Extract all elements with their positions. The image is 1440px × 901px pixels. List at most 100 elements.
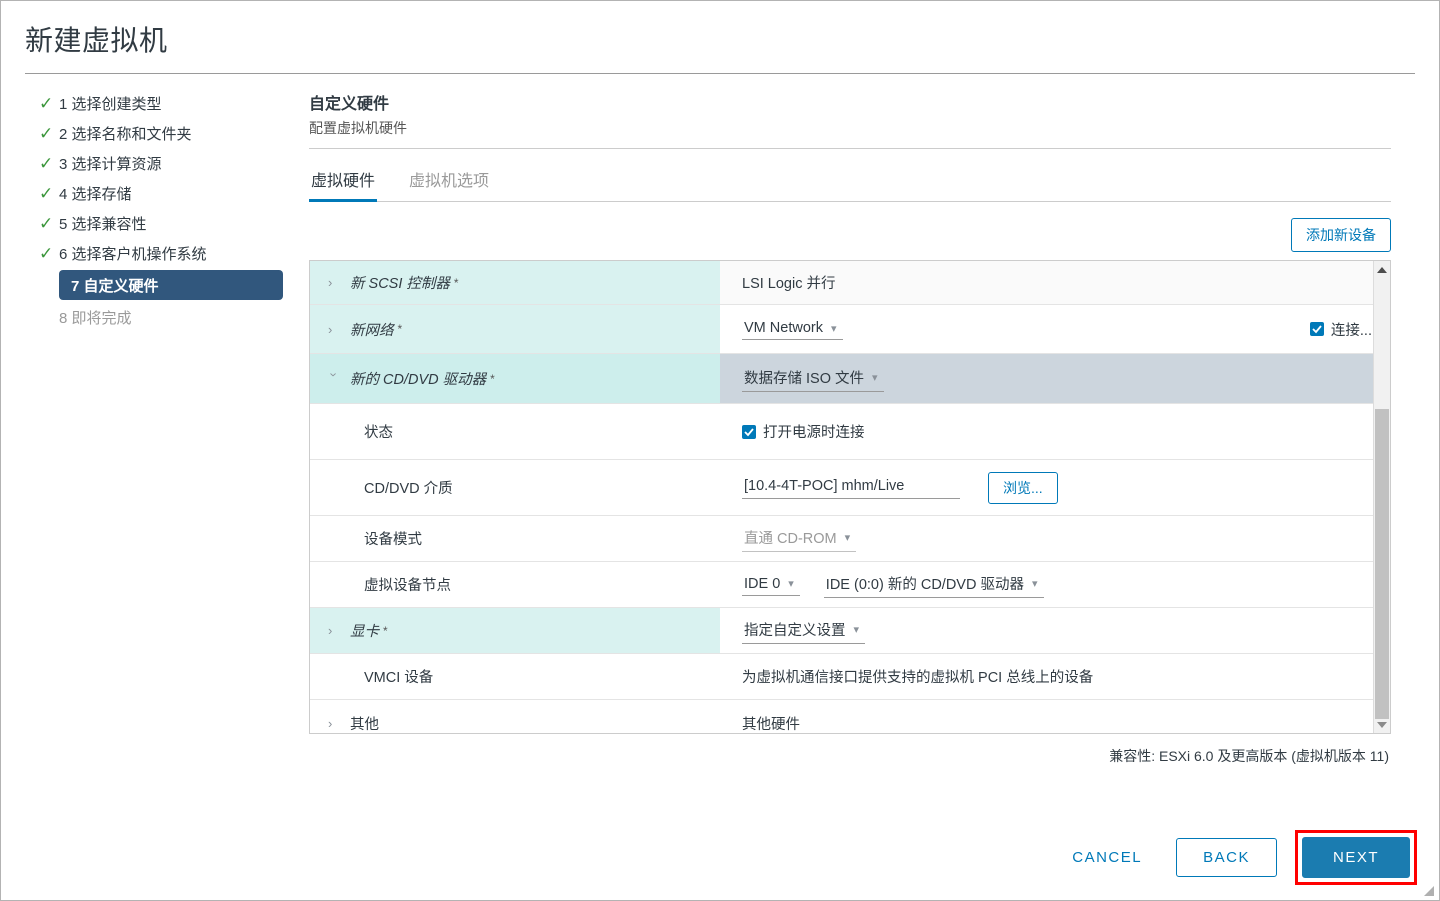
tab-bar: 虚拟硬件 虚拟机选项 — [309, 161, 1391, 202]
section-divider — [309, 148, 1391, 149]
resize-grip-icon[interactable] — [1423, 885, 1435, 897]
page-title: 新建虚拟机 — [25, 25, 168, 56]
sidebar-step-4[interactable]: ✓ 4 选择存储 — [1, 178, 301, 208]
vmci-value-text: 为虚拟机通信接口提供支持的虚拟机 PCI 总线上的设备 — [742, 670, 1094, 686]
chevron-down-icon: ▾ — [872, 372, 878, 384]
required-asterisk: * — [383, 623, 388, 638]
chevron-down-icon: ▾ — [1031, 578, 1038, 590]
next-button[interactable]: NEXT — [1301, 836, 1410, 878]
network-connect-group: 连接... — [1309, 319, 1380, 340]
check-icon: ✓ — [39, 153, 54, 173]
network-select[interactable]: VM Network ▾ — [742, 318, 843, 340]
row-label-video-card: › 显卡 * — [310, 608, 720, 653]
sidebar-step-8[interactable]: 8 即将完成 — [1, 302, 301, 332]
connect-at-power-on-checkbox[interactable] — [742, 424, 756, 439]
vmci-label-text: VMCI 设备 — [364, 670, 434, 686]
row-label-new-network: › 新网络 * — [310, 305, 720, 353]
check-icon: ✓ — [39, 93, 54, 113]
table-row-scsi-controller[interactable]: › 新 SCSI 控制器 * LSI Logic 并行 — [310, 261, 1390, 305]
cddvd-media-type-value: 数据存储 ISO 文件 — [744, 371, 865, 387]
required-asterisk: * — [453, 275, 459, 290]
row-label-vmci-device: VMCI 设备 — [310, 654, 720, 699]
row-label-new-cd-dvd-drive: › 新的 CD/DVD 驱动器 * — [310, 354, 720, 403]
chevron-down-icon: ▾ — [844, 532, 851, 544]
sidebar-step-1[interactable]: ✓ 1 选择创建类型 — [1, 88, 301, 118]
table-row-device-mode: 设备模式 直通 CD-ROM ▾ — [310, 516, 1390, 562]
device-bus-value: IDE 0 — [744, 575, 781, 592]
row-label-virtual-device-node: 虚拟设备节点 — [310, 562, 720, 607]
add-device-row: 添加新设备 — [309, 218, 1391, 252]
wizard-steps-list: ✓ 1 选择创建类型 ✓ 2 选择名称和文件夹 ✓ 3 选择计算资源 ✓ 4 选… — [1, 74, 301, 332]
video-card-settings-select[interactable]: 指定自定义设置 ▾ — [742, 617, 866, 644]
cddvd-media-type-select[interactable]: 数据存储 ISO 文件 ▾ — [742, 365, 884, 392]
device-bus-select[interactable]: IDE 0 ▾ — [742, 574, 800, 596]
cd-dvd-media-path-field[interactable]: [10.4-4T-POC] mhm/Live — [742, 476, 960, 499]
video-card-settings-value: 指定自定义设置 — [744, 623, 846, 639]
sidebar-step-3[interactable]: ✓ 3 选择计算资源 — [1, 148, 301, 178]
chevron-right-icon[interactable]: › — [328, 322, 340, 337]
row-value-cd-dvd-media: [10.4-4T-POC] mhm/Live 浏览... — [720, 460, 1390, 515]
next-button-annotation-highlight: NEXT — [1294, 829, 1417, 885]
wizard-body: ✓ 1 选择创建类型 ✓ 2 选择名称和文件夹 ✓ 3 选择计算资源 ✓ 4 选… — [1, 74, 1439, 766]
row-label-other: › 其他 — [310, 700, 720, 733]
sidebar-step-3-label: 3 选择计算资源 — [59, 155, 162, 173]
wizard-footer: CANCEL BACK NEXT — [1, 814, 1439, 900]
chevron-down-icon: ▾ — [830, 322, 837, 335]
check-icon: ✓ — [39, 123, 54, 143]
device-mode-select: 直通 CD-ROM ▾ — [742, 525, 857, 552]
row-label-scsi-controller: › 新 SCSI 控制器 * — [310, 261, 720, 304]
hardware-table-body: › 新 SCSI 控制器 * LSI Logic 并行 › 新网络 * VM N… — [310, 261, 1390, 733]
cancel-button[interactable]: CANCEL — [1056, 839, 1158, 876]
row-label-cd-dvd-media: CD/DVD 介质 — [310, 460, 720, 515]
row-value-virtual-device-node: IDE 0 ▾ IDE (0:0) 新的 CD/DVD 驱动器 ▾ — [720, 562, 1390, 607]
other-value-text: 其他硬件 — [742, 716, 800, 733]
section-title: 自定义硬件 — [309, 96, 390, 113]
row-value-other: 其他硬件 — [720, 700, 1390, 733]
node-select-group: IDE 0 ▾ IDE (0:0) 新的 CD/DVD 驱动器 ▾ — [742, 571, 1044, 598]
scrollbar-thumb[interactable] — [1375, 409, 1389, 719]
scroll-down-arrow-icon[interactable] — [1374, 716, 1390, 733]
device-node-select[interactable]: IDE (0:0) 新的 CD/DVD 驱动器 ▾ — [823, 571, 1044, 598]
table-row-cd-dvd-media: CD/DVD 介质 [10.4-4T-POC] mhm/Live 浏览... — [310, 460, 1390, 516]
tab-vm-options[interactable]: 虚拟机选项 — [407, 161, 491, 202]
sidebar-step-7-customize-hardware[interactable]: 7 自定义硬件 — [59, 270, 283, 300]
main-pane: 自定义硬件 配置虚拟机硬件 虚拟硬件 虚拟机选项 添加新设备 › 新 SCSI … — [301, 74, 1439, 766]
browse-button[interactable]: 浏览... — [988, 471, 1058, 504]
sidebar-step-2[interactable]: ✓ 2 选择名称和文件夹 — [1, 118, 301, 148]
device-node-value: IDE (0:0) 新的 CD/DVD 驱动器 — [825, 577, 1024, 593]
sidebar-step-6[interactable]: ✓ 6 选择客户机操作系统 — [1, 238, 301, 268]
required-asterisk: * — [397, 322, 403, 336]
row-value-device-mode: 直通 CD-ROM ▾ — [720, 516, 1390, 561]
chevron-down-icon[interactable]: › — [327, 373, 342, 385]
table-row-virtual-device-node: 虚拟设备节点 IDE 0 ▾ IDE (0:0) 新的 CD/DVD 驱动器 ▾ — [310, 562, 1390, 608]
sidebar-step-5[interactable]: ✓ 5 选择兼容性 — [1, 208, 301, 238]
sidebar-step-7-label: 7 自定义硬件 — [71, 277, 159, 295]
row-value-status: 打开电源时连接 — [720, 404, 1390, 459]
table-row-video-card[interactable]: › 显卡 * 指定自定义设置 ▾ — [310, 608, 1390, 654]
table-row-new-network[interactable]: › 新网络 * VM Network ▾ 连接... — [310, 305, 1390, 354]
scroll-up-arrow-icon[interactable] — [1374, 261, 1390, 278]
table-row-status: 状态 打开电源时连接 — [310, 404, 1390, 460]
network-connect-checkbox[interactable] — [1309, 322, 1324, 336]
row-label-status: 状态 — [310, 404, 720, 459]
device-mode-label-text: 设备模式 — [364, 532, 422, 548]
video-card-label-text: 显卡 — [350, 624, 379, 640]
sidebar-step-5-label: 5 选择兼容性 — [59, 215, 147, 233]
hardware-table: › 新 SCSI 控制器 * LSI Logic 并行 › 新网络 * VM N… — [309, 260, 1391, 734]
new-vm-wizard-window: 新建虚拟机 ✓ 1 选择创建类型 ✓ 2 选择名称和文件夹 ✓ 3 选择计算资源… — [0, 0, 1440, 901]
network-connect-label: 连接... — [1330, 322, 1372, 339]
device-mode-value: 直通 CD-ROM — [744, 531, 837, 547]
row-value-scsi-controller: LSI Logic 并行 — [720, 261, 1390, 304]
add-new-device-button[interactable]: 添加新设备 — [1291, 218, 1391, 252]
chevron-right-icon[interactable]: › — [328, 623, 340, 638]
node-label-text: 虚拟设备节点 — [364, 578, 451, 594]
compatibility-text: 兼容性: ESXi 6.0 及更高版本 (虚拟机版本 11) — [1109, 748, 1389, 764]
table-row-other[interactable]: › 其他 其他硬件 — [310, 700, 1390, 733]
back-button[interactable]: BACK — [1176, 837, 1277, 877]
tab-virtual-hardware[interactable]: 虚拟硬件 — [309, 161, 378, 202]
chevron-right-icon[interactable]: › — [328, 275, 340, 290]
status-label-text: 状态 — [364, 425, 393, 441]
hardware-table-scrollbar[interactable] — [1373, 261, 1390, 733]
chevron-right-icon[interactable]: › — [328, 716, 340, 731]
table-row-new-cd-dvd-drive[interactable]: › 新的 CD/DVD 驱动器 * 数据存储 ISO 文件 ▾ — [310, 354, 1390, 404]
